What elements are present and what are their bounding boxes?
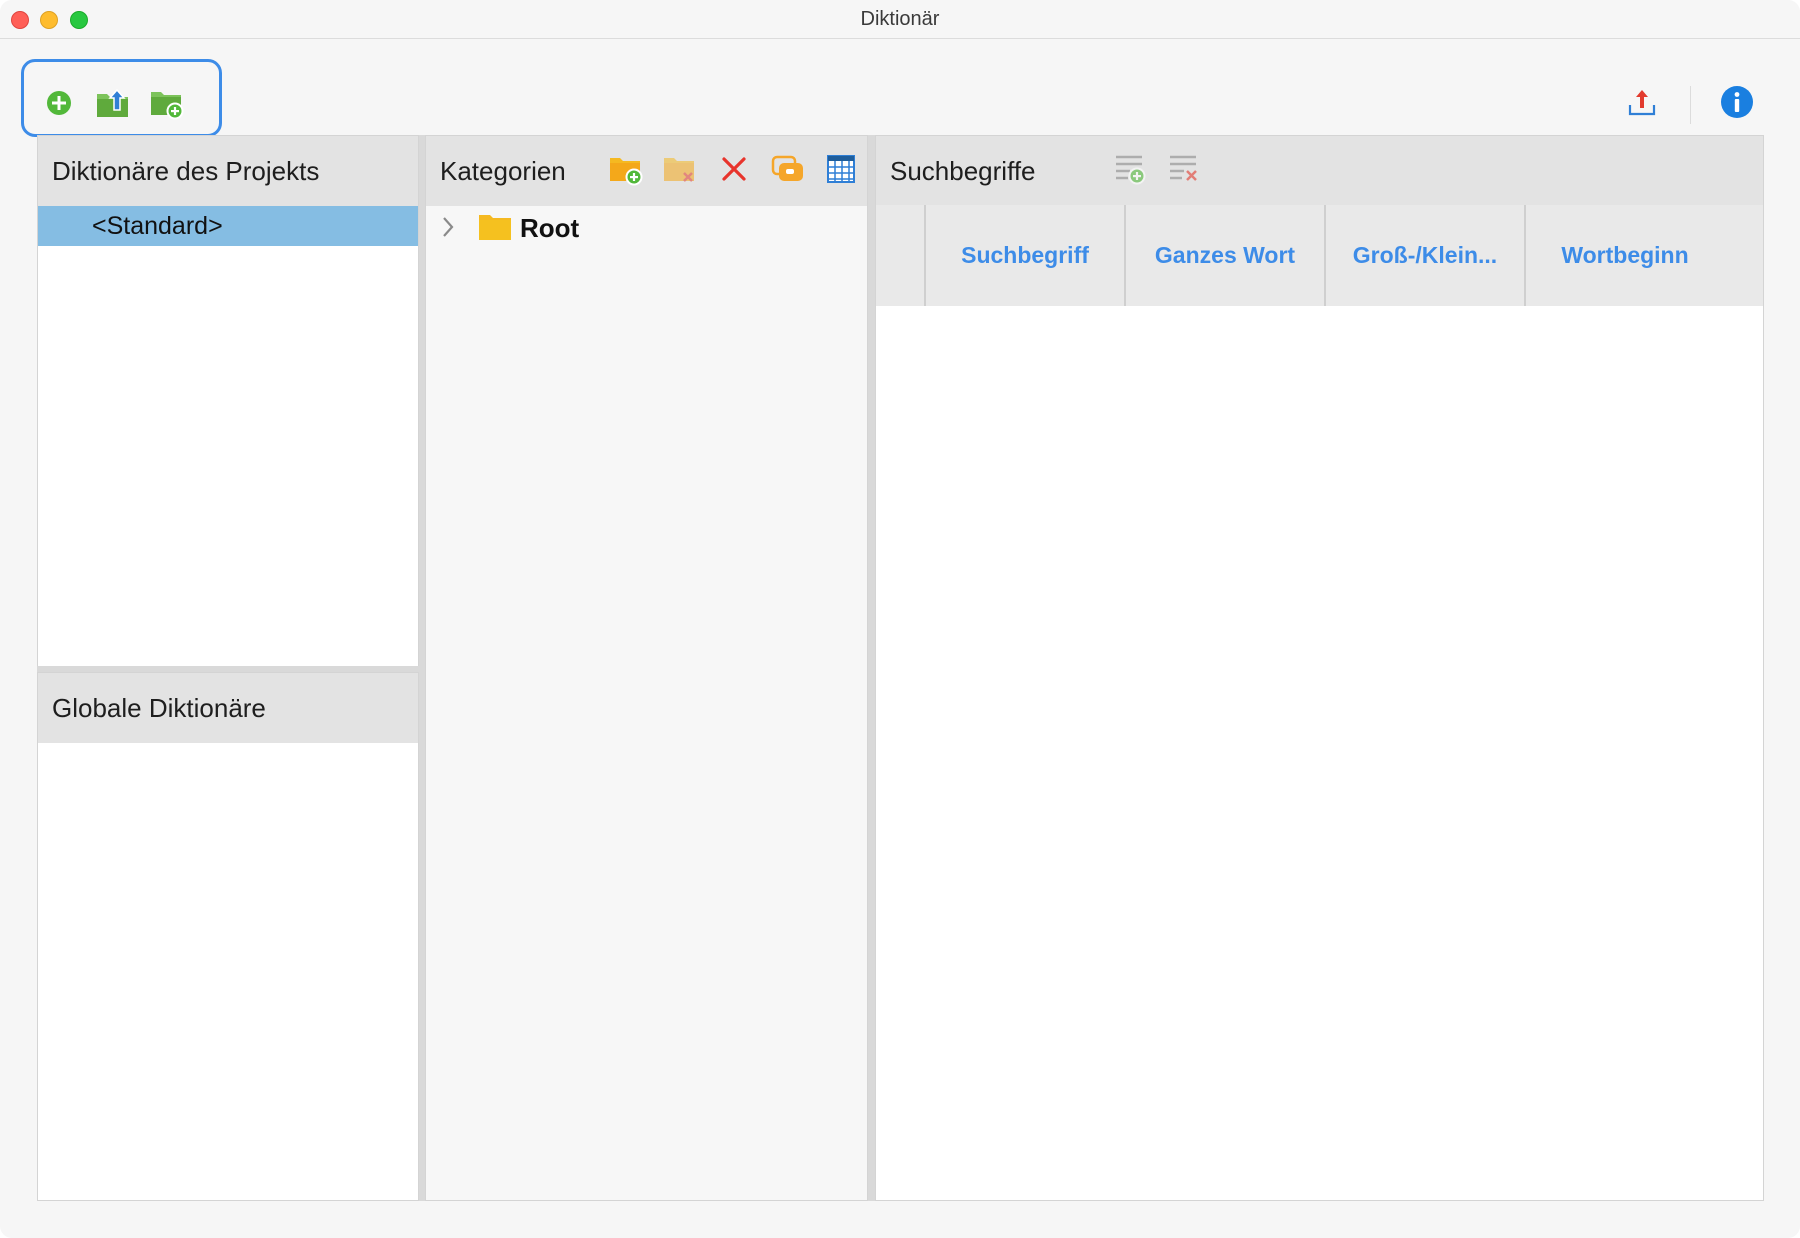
categories-title: Kategorien <box>440 156 566 186</box>
duplicate-icon <box>771 155 803 181</box>
chevron-right-icon[interactable] <box>440 214 456 240</box>
dictionary-list-item[interactable]: <Standard> <box>38 206 418 246</box>
window-title: Diktionär <box>860 8 940 30</box>
column-label: Wortbeginn <box>1561 242 1689 268</box>
global-dictionaries-title: Globale Diktionäre <box>52 693 266 723</box>
toolbar-separator <box>1690 86 1691 124</box>
new-category-icon <box>610 158 643 186</box>
tree-item-label: Root <box>520 213 580 243</box>
column-header-whole-word[interactable]: Ganzes Wort <box>1126 205 1324 306</box>
new-category-button[interactable] <box>608 151 644 187</box>
column-splitter-right[interactable] <box>868 135 875 1201</box>
delete-category-icon <box>664 158 694 182</box>
column-header-word-start[interactable]: Wortbeginn <box>1526 205 1724 306</box>
delete-term-icon <box>1170 155 1197 181</box>
new-global-dictionary-button[interactable] <box>149 85 185 121</box>
delete-button[interactable] <box>716 151 752 187</box>
titlebar: Diktionär <box>0 0 1800 39</box>
column-label: Groß-/Klein... <box>1352 242 1498 268</box>
column-label: Ganzes Wort <box>1154 242 1296 268</box>
add-circle-icon <box>47 91 71 115</box>
delete-category-button[interactable] <box>662 151 698 187</box>
global-dictionaries-header: Globale Diktionäre <box>38 673 418 743</box>
search-terms-title: Suchbegriffe <box>890 156 1036 186</box>
delete-icon <box>722 157 746 181</box>
folder-icon <box>479 215 511 240</box>
add-dictionary-button[interactable] <box>41 85 77 121</box>
delete-term-button[interactable] <box>1166 151 1202 187</box>
add-term-button[interactable] <box>1112 151 1148 187</box>
import-dictionary-button[interactable] <box>95 85 131 121</box>
add-term-icon <box>1116 155 1146 185</box>
project-dictionaries-title: Diktionäre des Projekts <box>52 156 320 186</box>
column-header-case-sensitive[interactable]: Groß-/Klein... <box>1326 205 1524 306</box>
project-dictionaries-panel: Diktionäre des Projekts <Standard> <box>37 135 419 670</box>
tree-item-root[interactable]: Root <box>430 208 850 248</box>
search-terms-header: Suchbegriffe <box>876 136 1763 206</box>
global-dictionaries-panel: Globale Diktionäre <box>37 672 419 1201</box>
column-label: Suchbegriff <box>961 242 1089 268</box>
categories-panel: Kategorien <box>425 135 868 1201</box>
duplicate-button[interactable] <box>770 151 806 187</box>
project-dictionaries-header: Diktionäre des Projekts <box>38 136 418 206</box>
dictionary-window: Diktionär Diktionäre des Projekts <Stand… <box>0 0 1800 1238</box>
column-header-search-term[interactable]: Suchbegriff <box>926 205 1124 306</box>
dictionary-item-label: <Standard> <box>92 212 223 240</box>
info-button[interactable] <box>1719 84 1755 120</box>
folder-add-icon <box>151 92 184 120</box>
export-button[interactable] <box>1624 84 1660 120</box>
table-view-button[interactable] <box>823 151 859 187</box>
export-icon <box>1628 90 1656 116</box>
folder-import-icon <box>97 88 128 117</box>
table-icon <box>827 155 855 183</box>
info-icon <box>1721 86 1753 118</box>
